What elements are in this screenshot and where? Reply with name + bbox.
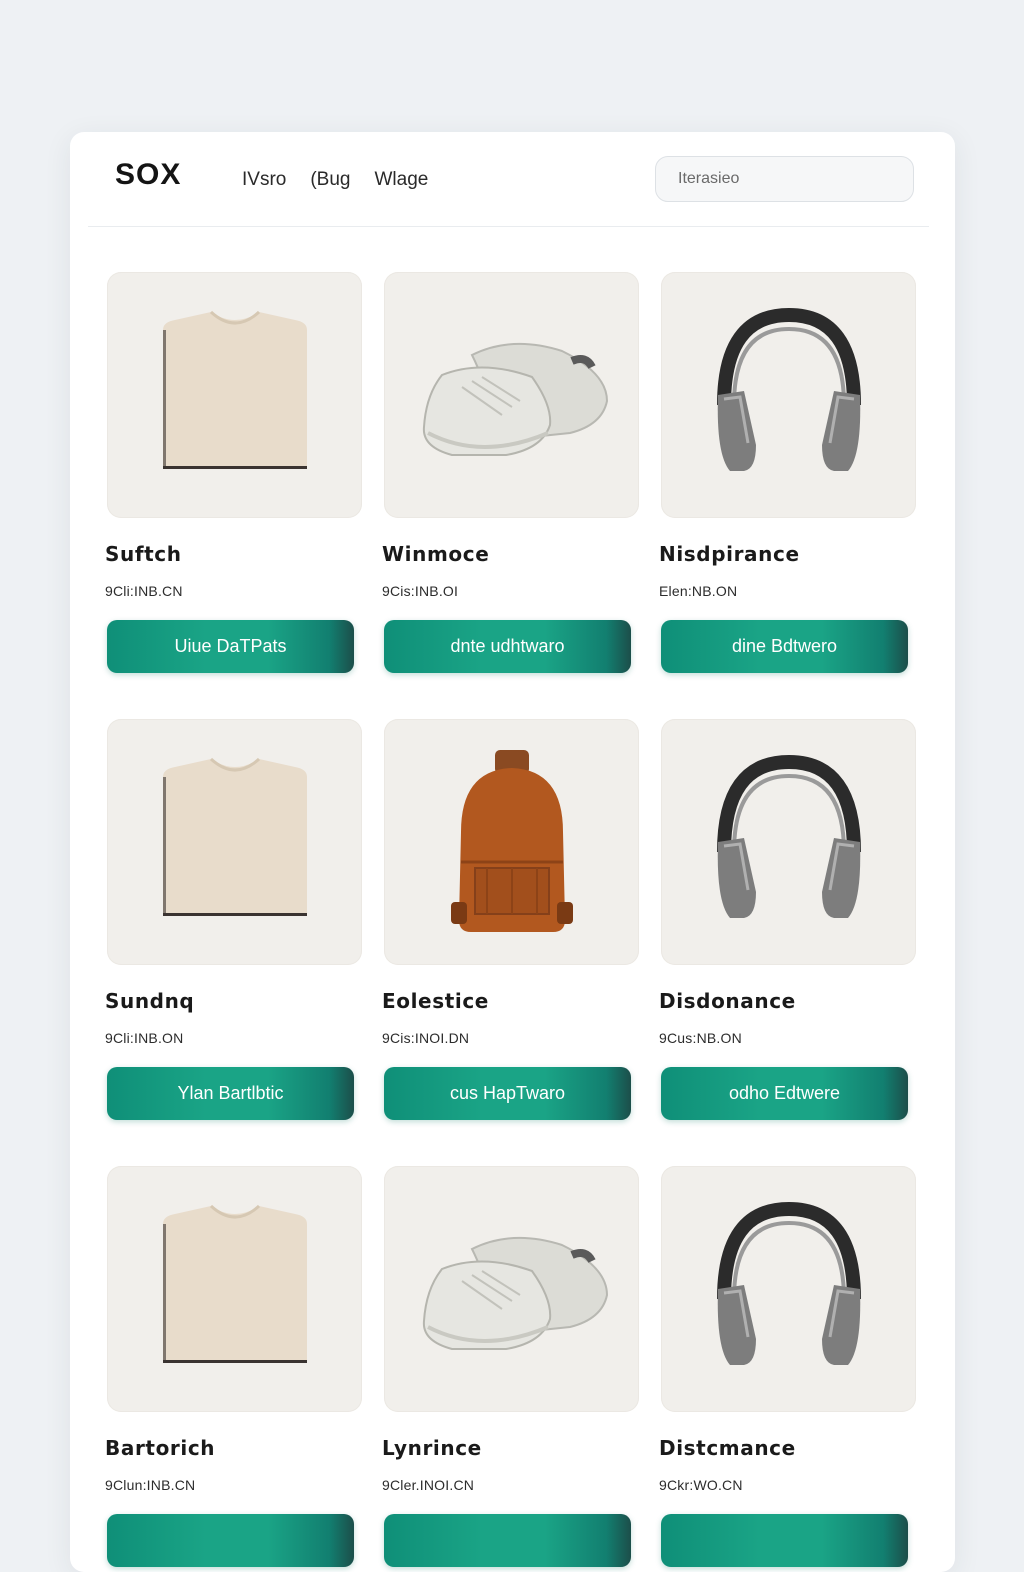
product-price: 9Cis:INB.OI [382,583,459,599]
product-price: 9Cis:INOI.DN [382,1030,470,1046]
sneakers-image[interactable] [384,1166,639,1412]
shop-card: SOX IVsro (Bug Wlage Suftch 9Cli:INB.CN … [70,132,955,1572]
product-card[interactable]: Bartorich 9Clun:INB.CN [105,1166,363,1571]
product-name: Suftch [105,542,182,566]
headphones-image[interactable] [661,719,916,965]
product-name: Winmoce [382,542,490,566]
product-name: Nisdpirance [659,542,800,566]
nav-link-3[interactable]: Wlage [375,169,429,191]
product-price: 9Cus:NB.ON [659,1030,742,1046]
search-input[interactable] [678,170,913,188]
product-card[interactable]: Sundnq 9Cli:INB.ON Ylan Bartlbtic [105,719,363,1120]
product-card[interactable]: Lynrince 9Cler.INOI.CN [382,1166,640,1571]
nav-link-1[interactable]: IVsro [242,169,286,191]
tshirt-image[interactable] [107,1166,362,1412]
product-action-button[interactable] [384,1514,631,1567]
headphones-image[interactable] [661,272,916,518]
product-card[interactable]: Suftch 9Cli:INB.CN Uiue DaTPats [105,272,363,673]
product-card[interactable]: Distcmance 9Ckr:WO.CN [659,1166,917,1571]
headphones-image[interactable] [661,1166,916,1412]
main-nav: IVsro (Bug Wlage [242,169,428,191]
product-action-button[interactable] [661,1514,908,1567]
site-header: SOX IVsro (Bug Wlage [88,132,929,227]
product-action-button[interactable]: Ylan Bartlbtic [107,1067,354,1120]
product-price: 9Ckr:WO.CN [659,1477,743,1493]
product-name: Lynrince [382,1436,482,1460]
product-action-button[interactable]: odho Edtwere [661,1067,908,1120]
product-price: 9Clun:INB.CN [105,1477,196,1493]
product-action-button[interactable]: dine Bdtwero [661,620,908,673]
backpack-image[interactable] [384,719,639,965]
tshirt-image[interactable] [107,719,362,965]
product-action-button[interactable] [107,1514,354,1567]
product-card[interactable]: Nisdpirance Elen:NB.ON dine Bdtwero [659,272,917,673]
product-price: 9Cli:INB.CN [105,583,183,599]
brand-logo[interactable]: SOX [115,158,181,192]
product-name: Sundnq [105,989,195,1013]
product-action-button[interactable]: dnte udhtwaro [384,620,631,673]
product-price: 9Cli:INB.ON [105,1030,184,1046]
product-action-button[interactable]: Uiue DaTPats [107,620,354,673]
product-name: Distcmance [659,1436,796,1460]
tshirt-image[interactable] [107,272,362,518]
product-card[interactable]: Eolestice 9Cis:INOI.DN cus HapTwaro [382,719,640,1120]
product-price: 9Cler.INOI.CN [382,1477,475,1493]
product-name: Disdonance [659,989,796,1013]
product-action-button[interactable]: cus HapTwaro [384,1067,631,1120]
product-name: Bartorich [105,1436,216,1460]
product-price: Elen:NB.ON [659,583,738,599]
sneakers-image[interactable] [384,272,639,518]
product-card[interactable]: Winmoce 9Cis:INB.OI dnte udhtwaro [382,272,640,673]
search-box[interactable] [655,156,914,202]
product-card[interactable]: Disdonance 9Cus:NB.ON odho Edtwere [659,719,917,1120]
product-name: Eolestice [382,989,489,1013]
nav-link-2[interactable]: (Bug [310,169,350,191]
